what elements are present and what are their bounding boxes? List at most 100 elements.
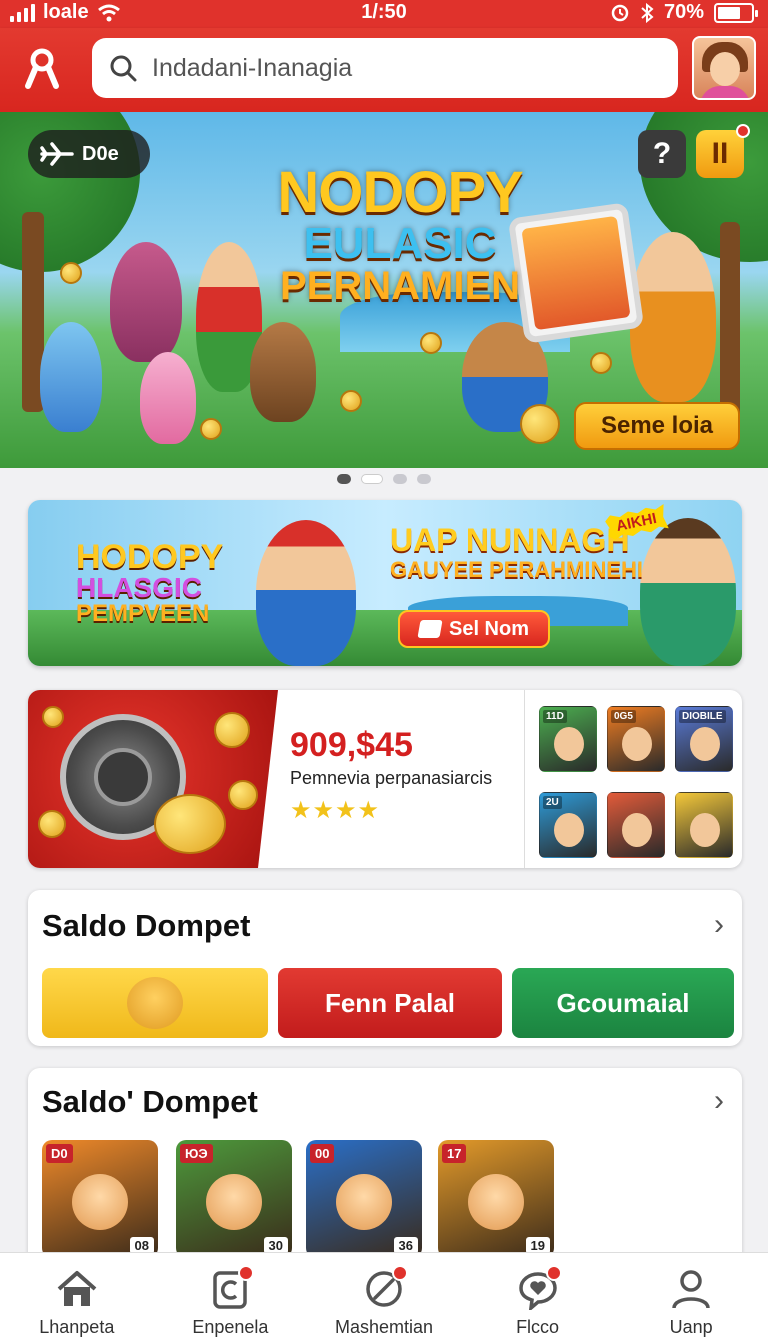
pause-icon: II xyxy=(711,137,729,170)
games-section-title: Saldo' Dompet xyxy=(42,1084,258,1119)
bear-mascot-icon xyxy=(127,977,183,1029)
tile-character xyxy=(622,813,652,847)
nav-item-profile[interactable]: Uanp xyxy=(614,1253,768,1344)
wallet-chevron-icon[interactable]: › xyxy=(714,908,724,942)
notification-dot xyxy=(736,124,750,138)
game-character xyxy=(72,1174,128,1230)
carousel-dot[interactable] xyxy=(417,474,431,484)
jackpot-description: Pemnevia perpanasiarcis xyxy=(290,768,493,788)
jackpot-amount: 909,$45 xyxy=(290,726,413,764)
jackpot-game-tile[interactable] xyxy=(675,792,733,858)
wallet-card: Saldo Dompet › Fenn Palal Gcoumaial xyxy=(28,890,742,1046)
search-bar[interactable]: Indadani-Inanagia xyxy=(92,38,678,98)
promo-logo-line3: PEMPVEEN xyxy=(76,600,210,627)
profile-icon xyxy=(669,1267,713,1311)
battery-percent: 70% xyxy=(663,1,704,23)
game-thumbnail[interactable]: ЮЭ 30 xyxy=(176,1140,292,1258)
promo-logo-line2: HLASGIC xyxy=(76,572,202,603)
notification-dot xyxy=(391,1265,408,1281)
airplane-pill[interactable]: D0e xyxy=(28,130,150,178)
airplane-icon xyxy=(40,142,74,166)
games-chevron-icon[interactable]: › xyxy=(714,1084,724,1118)
carousel-indicator xyxy=(0,474,768,484)
app-header: Indadani-Inanagia xyxy=(0,28,768,112)
promo-button[interactable]: Sel Nom xyxy=(398,610,550,648)
game-thumbnail[interactable]: 17 19 xyxy=(438,1140,554,1258)
game-thumbnail[interactable]: 00 36 xyxy=(306,1140,422,1258)
vault-illustration xyxy=(28,690,278,868)
game-tag: D0 xyxy=(46,1144,73,1163)
tile-character xyxy=(554,813,584,847)
promo-button-label: Sel Nom xyxy=(448,617,530,640)
airplane-pill-label: D0e xyxy=(82,142,119,165)
jackpot-game-tile[interactable]: 0G5 xyxy=(607,706,665,772)
clipboard-icon xyxy=(208,1265,255,1311)
alarm-icon xyxy=(611,4,629,21)
bottom-nav: Lhanpeta Enpenela Mashemtian Flcco Uanp xyxy=(0,1252,768,1344)
carousel-dot[interactable] xyxy=(361,474,383,484)
jackpot-card[interactable]: 909,$45 Pemnevia perpanasiarcis ★★★★ 11D… xyxy=(28,690,742,868)
battery-icon xyxy=(714,2,758,23)
wallet-title: Saldo Dompet xyxy=(42,908,251,943)
hero-title-line1: NODOPY xyxy=(277,160,523,225)
game-character xyxy=(336,1174,392,1230)
jackpot-game-tile[interactable]: 2U xyxy=(539,792,597,858)
tile-character xyxy=(554,727,584,761)
tile-tag: 2U xyxy=(543,796,562,809)
wallet-red-button[interactable]: Fenn Palal xyxy=(278,968,502,1038)
game-thumbnail[interactable]: D0 08 xyxy=(42,1140,158,1258)
game-tag: ЮЭ xyxy=(180,1144,213,1163)
wallet-bear-button[interactable] xyxy=(42,968,268,1038)
nav-label-home: Lhanpeta xyxy=(39,1317,115,1337)
carousel-dot[interactable] xyxy=(393,474,407,484)
promo-heading: UAP NUNNAGH GAUYEE PERAHMINEHI xyxy=(390,522,644,582)
tile-character xyxy=(690,727,720,761)
nav-label-clipboard: Enpenela xyxy=(192,1317,269,1337)
search-icon xyxy=(110,55,137,82)
avatar[interactable] xyxy=(692,36,756,100)
nav-label-favorites: Flcco xyxy=(516,1317,560,1337)
notification-dot xyxy=(238,1265,255,1281)
help-button[interactable]: ? xyxy=(638,130,686,178)
heart-chat-icon xyxy=(516,1265,562,1311)
tile-tag: DIOBILE xyxy=(679,710,726,723)
game-tag: 17 xyxy=(442,1144,467,1163)
bluetooth-icon xyxy=(641,2,654,23)
nav-label-compass: Mashemtian xyxy=(334,1317,433,1337)
dice-icon xyxy=(417,620,443,638)
hero-cta-button[interactable]: Seme loia xyxy=(574,402,740,450)
ribbon-logo-icon[interactable] xyxy=(24,48,60,92)
jackpot-game-tile[interactable] xyxy=(607,792,665,858)
hero-title-line3: PERNAMIEN xyxy=(279,264,521,308)
games-card: Saldo' Dompet › D0 08 ЮЭ 30 00 36 17 19 xyxy=(28,1068,742,1268)
nav-item-compass[interactable]: Mashemtian xyxy=(307,1253,461,1344)
tile-character xyxy=(622,727,652,761)
promo-subheading: GAUYEE PERAHMINEHI xyxy=(390,556,644,582)
pause-button[interactable]: II xyxy=(696,124,750,178)
nav-label-profile: Uanp xyxy=(669,1317,713,1337)
carousel-dot[interactable] xyxy=(337,474,351,484)
help-icon: ? xyxy=(652,137,672,170)
tile-tag: 11D xyxy=(543,710,567,723)
game-character xyxy=(206,1174,262,1230)
promo-heading-main: UAP NUNNAGH xyxy=(390,522,630,558)
search-input[interactable]: Indadani-Inanagia xyxy=(152,54,352,83)
nav-item-home[interactable]: Lhanpeta xyxy=(0,1253,154,1344)
game-tag: 00 xyxy=(310,1144,335,1163)
promo-banner[interactable]: HODOPY HLASGIC PEMPVEEN UAP NUNNAGH GAUY… xyxy=(28,500,742,666)
compass-icon xyxy=(362,1265,408,1311)
hero-banner[interactable]: D0e ? II NODOPY EULASIC PERNAMIEN Seme l… xyxy=(0,112,768,468)
promo-logo-line1: HODOPY xyxy=(76,538,224,576)
jackpot-game-tile[interactable]: DIOBILE xyxy=(675,706,733,772)
jackpot-game-grid: 11D 0G5 DIOBILE 2U xyxy=(524,690,742,868)
promo-logo: HODOPY HLASGIC PEMPVEEN xyxy=(76,540,223,626)
jackpot-game-tile[interactable]: 11D xyxy=(539,706,597,772)
rating-stars: ★★★★ xyxy=(290,797,381,824)
game-character xyxy=(468,1174,524,1230)
nav-item-clipboard[interactable]: Enpenela xyxy=(154,1253,308,1344)
hero-title: NODOPY EULASIC PERNAMIEN xyxy=(270,160,530,308)
wallet-green-button[interactable]: Gcoumaial xyxy=(512,968,734,1038)
tile-tag: 0G5 xyxy=(611,710,636,723)
nav-item-favorites[interactable]: Flcco xyxy=(461,1253,615,1344)
tile-character xyxy=(690,813,720,847)
